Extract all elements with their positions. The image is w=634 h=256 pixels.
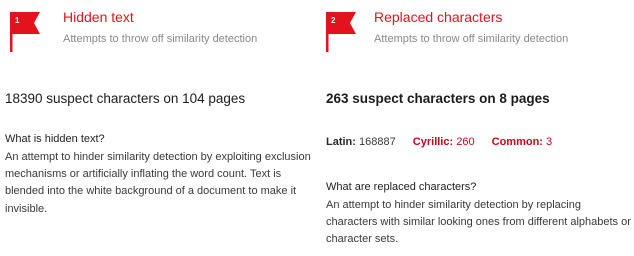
flag-icon: 1 [10,12,40,52]
suspect-summary: 263 suspect characters on 8 pages [326,91,550,106]
flag-number: 2 [331,16,336,25]
question-title: What is hidden text? [5,133,105,145]
section-title[interactable]: Replaced characters [374,9,502,25]
latin-label: Latin: [326,136,356,148]
cyrillic-count: 260 [456,136,475,148]
replaced-characters-header: 2 Replaced characters Attempts to throw … [318,0,634,70]
replaced-characters-section: 2 Replaced characters Attempts to throw … [318,0,634,245]
flag-icon: 2 [326,12,356,52]
character-script-counts: Latin: 168887 Cyrillic: 260 Common: 3 [326,136,552,148]
common-count: 3 [546,136,553,148]
section-subtitle: Attempts to throw off similarity detecti… [63,33,258,45]
section-subtitle: Attempts to throw off similarity detecti… [374,33,569,45]
hidden-text-section: 1 Hidden text Attempts to throw off simi… [0,0,318,215]
flag-number: 1 [15,16,20,25]
hidden-text-header: 1 Hidden text Attempts to throw off simi… [0,0,318,70]
latin-count: 168887 [359,136,396,148]
question-title: What are replaced characters? [326,181,477,193]
suspect-summary: 18390 suspect characters on 104 pages [5,91,246,106]
section-title[interactable]: Hidden text [63,9,134,25]
description-text: An attempt to hinder similarity detectio… [5,151,311,215]
common-label: Common: [491,136,543,148]
description-text: An attempt to hinder similarity detectio… [326,199,631,246]
cyrillic-label: Cyrillic: [412,136,454,148]
